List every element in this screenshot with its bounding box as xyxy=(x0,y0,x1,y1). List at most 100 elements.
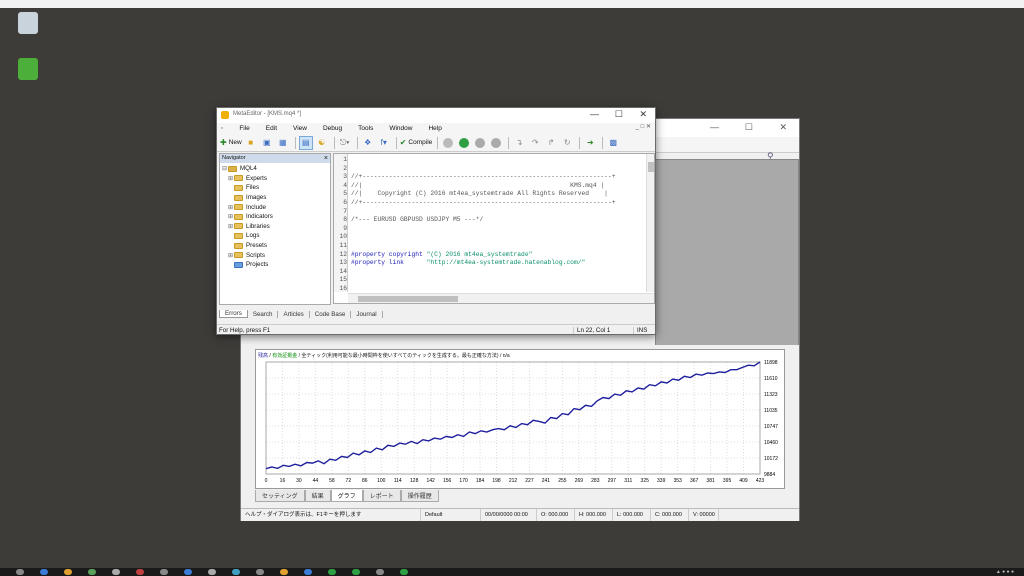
methods-list-button[interactable]: ❖ xyxy=(361,136,375,150)
debug-history-button[interactable] xyxy=(441,136,455,150)
x-tick-label: 100 xyxy=(377,478,386,484)
taskbar-icon[interactable] xyxy=(88,569,96,575)
taskbar-icon[interactable] xyxy=(112,569,120,575)
code-editor[interactable]: 1 2 3//+--------------------------------… xyxy=(333,153,655,304)
taskbar-icon[interactable] xyxy=(40,569,48,575)
x-tick-label: 367 xyxy=(690,478,699,484)
x-tick-label: 311 xyxy=(624,478,632,484)
menu-view[interactable]: View xyxy=(285,125,315,132)
go-to-button[interactable]: ➜ xyxy=(583,136,597,150)
tree-item-presets[interactable]: Presets xyxy=(222,241,328,251)
code-content[interactable]: 1 2 3//+--------------------------------… xyxy=(335,156,615,294)
tab-history[interactable]: 操作履歴 xyxy=(400,490,439,502)
navigator-toggle-button[interactable]: ▤ xyxy=(298,135,313,150)
tab-errors[interactable]: Errors xyxy=(219,310,248,318)
tree-item-images[interactable]: Images xyxy=(222,193,328,203)
menu-help[interactable]: Help xyxy=(420,125,449,132)
folder-icon xyxy=(234,242,243,249)
folder-icon xyxy=(234,232,243,239)
horizontal-scrollbar[interactable] xyxy=(348,293,654,303)
tab-graph[interactable]: グラフ xyxy=(330,490,363,502)
menu-debug[interactable]: Debug xyxy=(315,125,350,132)
tree-item-scripts[interactable]: ⊞ Scripts xyxy=(222,250,328,260)
mt4-statusbar: ヘルプ・ダイアログ表示は、F1キーを押します Default 00/00/000… xyxy=(241,508,799,521)
desktop-shortcut-icon[interactable] xyxy=(10,58,46,82)
taskbar-icon[interactable] xyxy=(352,569,360,575)
close-icon[interactable]: ✕ xyxy=(779,122,787,133)
tab-report[interactable]: レポート xyxy=(362,490,401,502)
tree-item-indicators[interactable]: ⊞ Indicators xyxy=(222,212,328,222)
menu-edit[interactable]: Edit xyxy=(258,125,285,132)
recycle-bin-icon[interactable] xyxy=(10,12,46,36)
save-all-button[interactable]: ▦ xyxy=(276,136,290,150)
code-text: //| Copyright (C) 2016 mt4ea_systemtrade… xyxy=(351,190,608,198)
taskbar-icon[interactable] xyxy=(256,569,264,575)
tab-search[interactable]: Search xyxy=(248,310,279,318)
taskbar-icon[interactable] xyxy=(136,569,144,575)
menu-window[interactable]: Window xyxy=(381,125,420,132)
tree-item-experts[interactable]: ⊞ Experts xyxy=(222,174,328,184)
scroll-thumb[interactable] xyxy=(648,162,654,172)
step-out-button[interactable]: ↱ xyxy=(544,136,558,150)
tree-item-include[interactable]: ⊞ Include xyxy=(222,202,328,212)
toolbox-toggle-button[interactable]: ☯ xyxy=(315,136,329,150)
system-tray[interactable]: ▲ ● ● ● xyxy=(996,569,1014,575)
tab-results[interactable]: 結果 xyxy=(304,490,331,502)
menu-tools[interactable]: Tools xyxy=(350,125,381,132)
vertical-scrollbar[interactable] xyxy=(646,154,654,292)
mdi-controls[interactable]: _ □ ✕ xyxy=(636,123,651,130)
terminal-button[interactable]: ▩ xyxy=(606,136,620,150)
tester-tabs: セッティング 結果 グラフ レポート 操作履歴 xyxy=(255,490,439,502)
tree-item-projects[interactable]: Projects xyxy=(222,260,328,270)
tree-root[interactable]: ⊟ MQL4 xyxy=(222,164,328,174)
start-debug-button[interactable] xyxy=(457,136,471,150)
folder-icon xyxy=(234,194,243,201)
taskbar-icon[interactable] xyxy=(232,569,240,575)
compile-button[interactable]: ✔ Compile xyxy=(400,136,433,150)
stop-debug-button[interactable] xyxy=(489,136,503,150)
open-button[interactable]: ■ xyxy=(244,136,258,150)
save-button[interactable]: ▣ xyxy=(260,136,274,150)
new-button[interactable]: ✚ New xyxy=(220,136,242,150)
taskbar-icon[interactable] xyxy=(184,569,192,575)
code-line: 8/*--- EURUSD GBPUSD USDJPY M5 ---*/ xyxy=(343,216,484,224)
close-icon[interactable]: ✕ xyxy=(639,109,647,120)
tree-item-libraries[interactable]: ⊞ Libraries xyxy=(222,222,328,232)
taskbar-icon[interactable] xyxy=(280,569,288,575)
tree-item-files[interactable]: Files xyxy=(222,183,328,193)
close-icon[interactable]: × xyxy=(324,154,328,163)
stop-icon xyxy=(491,137,502,148)
taskbar-icon[interactable] xyxy=(160,569,168,575)
taskbar-icon[interactable] xyxy=(304,569,312,575)
maximize-icon[interactable]: ☐ xyxy=(745,122,753,133)
y-tick-label: 10747 xyxy=(764,424,778,430)
tab-settings[interactable]: セッティング xyxy=(255,490,305,502)
taskbar-icon[interactable] xyxy=(328,569,336,575)
taskbar-icon[interactable] xyxy=(376,569,384,575)
menu-file[interactable]: File xyxy=(231,125,257,132)
taskbar-icon[interactable] xyxy=(64,569,72,575)
code-string: "(C) 2016 mt4ea_systemtrade" xyxy=(426,250,533,258)
taskbar-icon[interactable] xyxy=(16,569,24,575)
status-low: L: 000.000 xyxy=(613,508,651,521)
x-tick-label: 170 xyxy=(459,478,468,484)
breakpoint-button[interactable]: ↻ xyxy=(560,136,574,150)
code-line: 13 #property link "http://mt4ea-systemtra… xyxy=(339,259,586,267)
function-button[interactable]: f▾ xyxy=(377,136,391,150)
minimize-icon[interactable]: — xyxy=(710,122,719,132)
maximize-icon[interactable]: ☐ xyxy=(615,109,623,120)
pause-debug-button[interactable] xyxy=(473,136,487,150)
templates-button[interactable]: ⎋▾ xyxy=(338,136,352,150)
minimize-icon[interactable]: — xyxy=(590,109,599,119)
taskbar-icon[interactable] xyxy=(400,569,408,575)
tab-journal[interactable]: Journal xyxy=(351,310,383,318)
scroll-thumb[interactable] xyxy=(358,296,458,302)
taskbar-icon[interactable] xyxy=(208,569,216,575)
arrow-right-icon: ➜ xyxy=(586,138,594,147)
navigator-icon: ▤ xyxy=(301,138,310,147)
step-into-button[interactable]: ↴ xyxy=(512,136,526,150)
tree-item-logs[interactable]: Logs xyxy=(222,231,328,241)
tab-code-base[interactable]: Code Base xyxy=(310,310,352,318)
tab-articles[interactable]: Articles xyxy=(278,310,310,318)
step-over-button[interactable]: ↷ xyxy=(528,136,542,150)
